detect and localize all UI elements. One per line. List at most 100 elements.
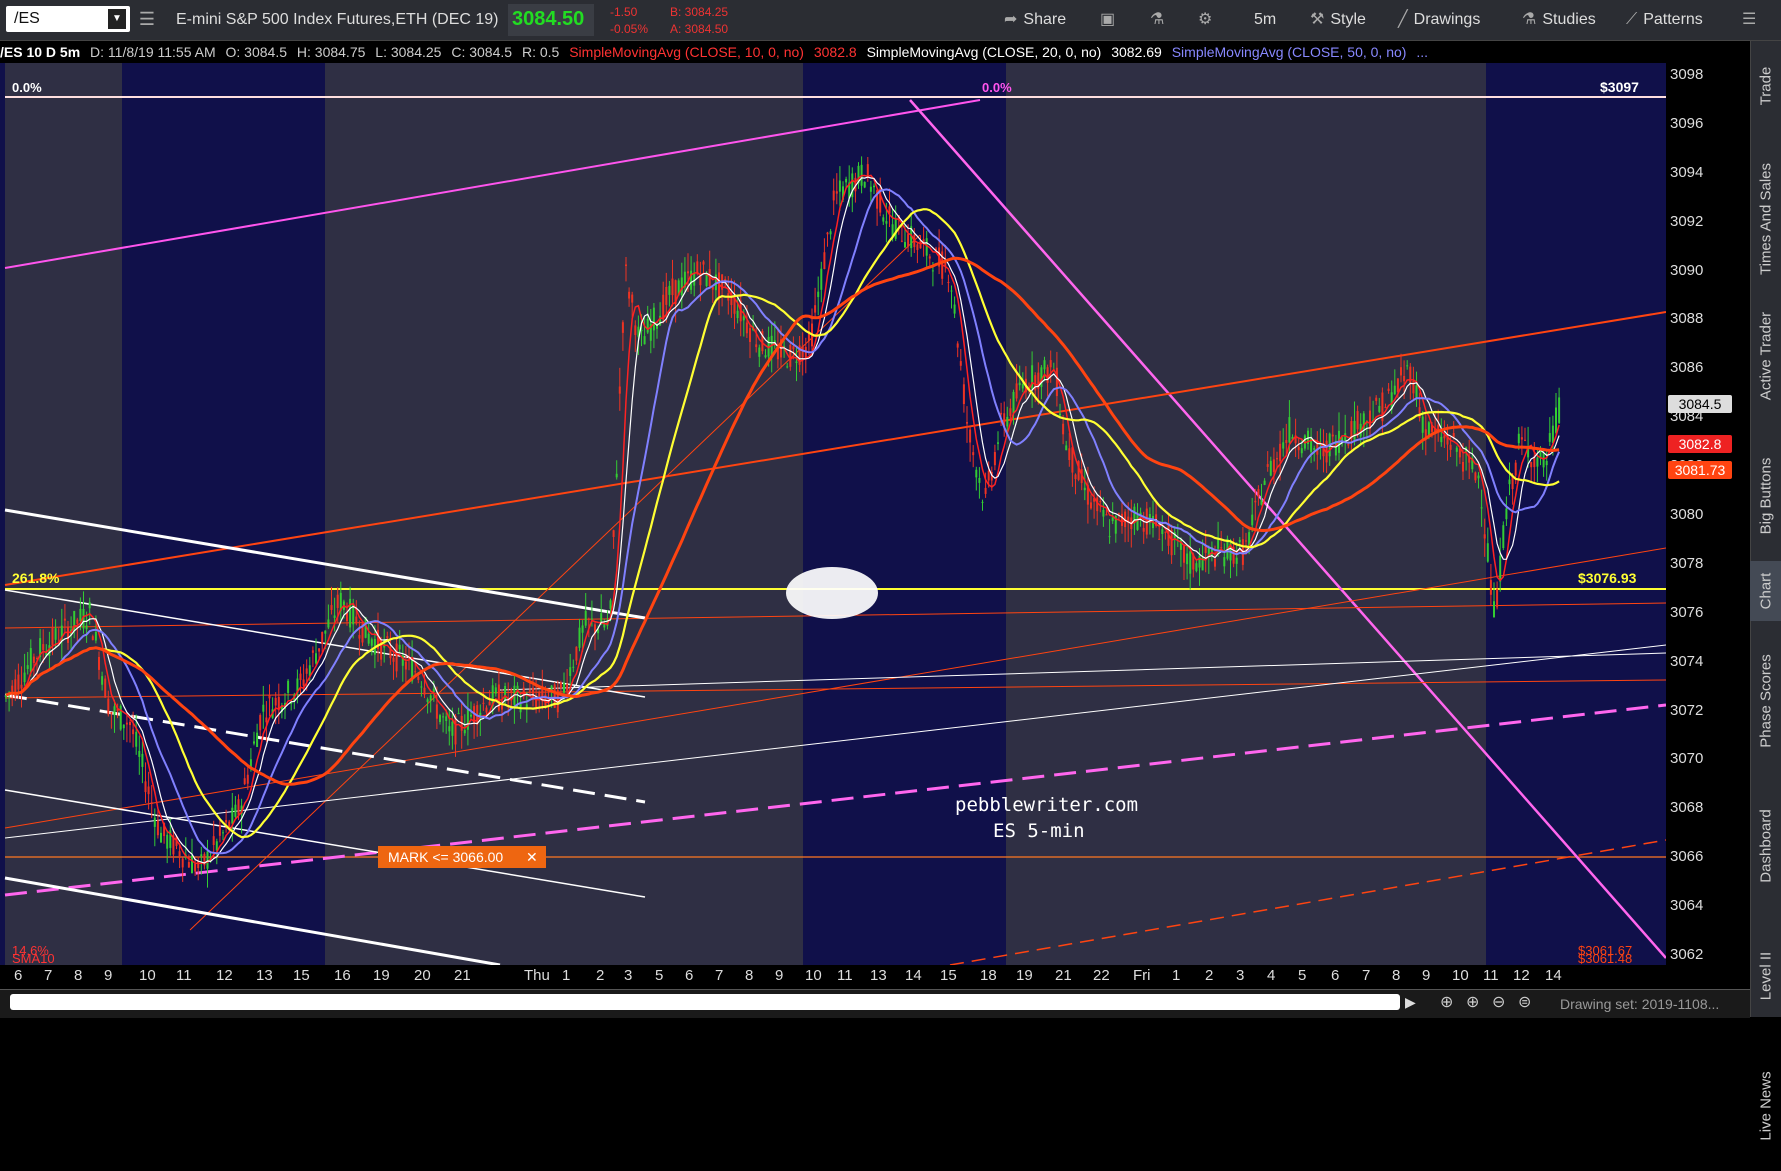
candle-body (1406, 365, 1409, 367)
sma10-badge: 3082.8 (1668, 435, 1732, 453)
zoom-in-icon[interactable]: ⊕ (1466, 992, 1479, 1012)
candle-body (442, 716, 445, 718)
candle-body (147, 786, 150, 795)
price-chart[interactable]: MARK <= 3066.00 ✕ 0.0% 0.0% $3097 261.8%… (0, 63, 1666, 965)
x-tick-label: 9 (775, 967, 784, 984)
y-tick-label: 3096 (1670, 114, 1704, 132)
flask-button[interactable]: ⚗ (1150, 8, 1170, 32)
candle-body (113, 706, 116, 715)
sma20-label[interactable]: SimpleMovingAvg (CLOSE, 20, 0, no) (867, 44, 1102, 60)
side-tab-big-buttons[interactable]: Big Buttons (1750, 436, 1781, 556)
side-tab-label: Level II (1757, 951, 1774, 1001)
screenshot-button[interactable]: ▣ (1100, 8, 1121, 32)
candle-body (429, 695, 432, 701)
candle-body (693, 272, 696, 286)
symbol-dropdown-icon[interactable]: ▼ (108, 9, 126, 29)
side-tab-chart[interactable]: Chart (1750, 561, 1781, 621)
side-tab-live-news[interactable]: Live News (1750, 1041, 1781, 1171)
studies-label: Studies (1542, 11, 1596, 28)
candle-body (256, 732, 259, 747)
candle-body (1068, 448, 1071, 461)
side-tab-phase-scores[interactable]: Phase Scores (1750, 626, 1781, 776)
chart-scrollbar[interactable] (10, 994, 1400, 1010)
x-tick-label: 7 (44, 967, 53, 984)
candle-body (1300, 448, 1303, 454)
candle-body (1043, 360, 1046, 370)
candle-body (975, 469, 978, 478)
candle-body (882, 217, 885, 222)
zoom-reset-icon[interactable]: ⊜ (1518, 992, 1531, 1012)
style-button[interactable]: ⚒ Style (1310, 8, 1366, 32)
candle-body (1018, 382, 1021, 386)
candle-body (29, 648, 32, 672)
sma50-label[interactable]: SimpleMovingAvg (CLOSE, 50, 0, no) (1172, 44, 1407, 60)
candle-body (1012, 391, 1015, 414)
candle-body (1170, 529, 1173, 556)
candle-body (349, 598, 352, 628)
candle-body (1483, 534, 1486, 539)
timeframe-button[interactable]: 5m (1254, 8, 1276, 32)
mark-order-label[interactable]: MARK <= 3066.00 ✕ (378, 846, 546, 868)
candle-body (1142, 527, 1145, 532)
share-button[interactable]: ➦ Share (1004, 8, 1066, 32)
drawing-set-label[interactable]: Drawing set: 2019-1108... (1560, 996, 1719, 1012)
candle-body (426, 699, 429, 702)
studies-button[interactable]: ⚗ Studies (1522, 8, 1596, 32)
x-tick-label: 19 (1016, 967, 1033, 984)
candle-body (569, 667, 572, 677)
candle-body (652, 307, 655, 331)
x-tick-label: 3 (624, 967, 633, 984)
x-tick-label: 11 (1483, 967, 1499, 984)
side-tab-dashboard[interactable]: Dashboard (1750, 781, 1781, 911)
candle-body (1400, 367, 1402, 376)
x-tick-label: 1 (1172, 967, 1181, 984)
patterns-label: Patterns (1643, 11, 1703, 28)
side-tab-times-and-sales[interactable]: Times And Sales (1750, 131, 1781, 306)
candle-body (346, 612, 348, 622)
candle-body (311, 650, 314, 653)
scroll-right-icon[interactable]: ▶ (1405, 994, 1416, 1011)
candle-body (454, 715, 457, 745)
beaker-icon: ⚗ (1522, 11, 1537, 28)
candle-body (259, 715, 262, 731)
patterns-button[interactable]: ⟋ Patterns (1626, 8, 1703, 32)
candle-body (26, 665, 29, 669)
crosshair-icon[interactable]: ⊕ (1440, 992, 1453, 1012)
candle-body (1496, 589, 1499, 608)
flask-icon: ⚗ (1150, 11, 1165, 28)
candle-body (262, 704, 265, 712)
side-tab-level-ii[interactable]: Level II (1750, 916, 1781, 1036)
time-axis[interactable] (0, 965, 1666, 989)
candle-body (178, 851, 181, 859)
x-tick-label: 3 (1236, 967, 1245, 984)
fib-label-mid: 0.0% (982, 80, 1012, 95)
candle-body (532, 687, 534, 699)
candle-body (1480, 507, 1483, 509)
sma10-label[interactable]: SimpleMovingAvg (CLOSE, 10, 0, no) (569, 44, 804, 60)
side-tab-active-trader[interactable]: Active Trader (1750, 281, 1781, 431)
candle-body (253, 741, 255, 744)
link-icon[interactable]: ☰ (136, 8, 158, 30)
patterns-icon: ⟋ (1626, 11, 1638, 28)
y-tick-label: 3070 (1670, 750, 1704, 768)
candle-body (1186, 553, 1189, 565)
side-tab-trade[interactable]: Trade (1750, 41, 1781, 131)
candle-body (321, 632, 324, 644)
x-tick-label: 13 (256, 967, 273, 984)
candle-body (32, 656, 35, 663)
drawings-button[interactable]: ╱ Drawings (1398, 8, 1480, 32)
candle-body (197, 860, 200, 869)
candle-body (1477, 475, 1480, 479)
candle-body (265, 717, 268, 723)
zoom-out-icon[interactable]: ⊖ (1492, 992, 1505, 1012)
candle-body (1158, 538, 1161, 540)
settings-button[interactable]: ⚙ (1198, 8, 1218, 32)
menu-button[interactable]: ☰ (1742, 8, 1756, 32)
candle-body (42, 644, 45, 650)
candle-body (129, 721, 131, 726)
x-tick-label: 19 (373, 967, 390, 984)
candle-body (1418, 407, 1421, 418)
candle-body (125, 722, 128, 725)
y-tick-label: 3092 (1670, 212, 1704, 230)
candle-body (1493, 601, 1495, 618)
